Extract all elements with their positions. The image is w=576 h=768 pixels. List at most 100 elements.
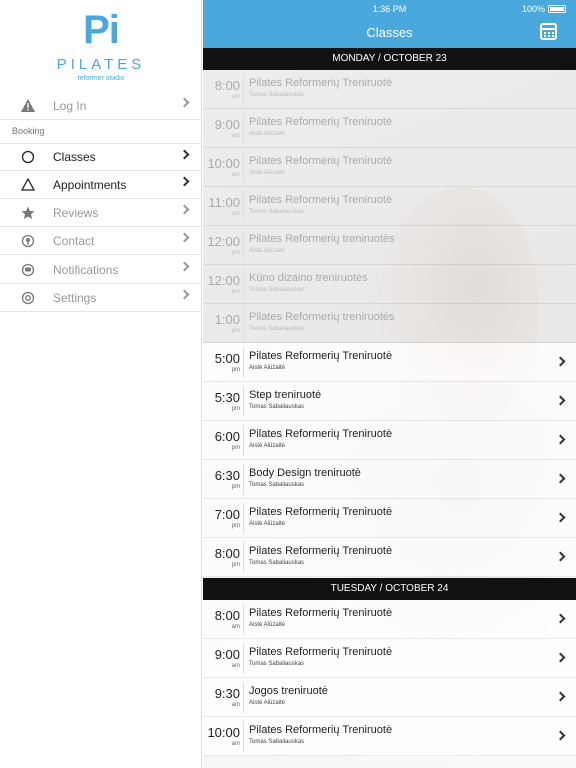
class-instructor: Tomas Sabaliauskas (249, 209, 305, 215)
class-time: 6:00 (214, 429, 240, 444)
class-row: 8:00 am Pilates Reformerių Treniruotė Tomas… (203, 70, 576, 109)
class-ampm: am (231, 172, 240, 178)
day-header: TUESDAY / OCTOBER 24 (203, 578, 576, 600)
star-icon (20, 205, 36, 221)
class-instructor: Tomas Sabaliauskas (249, 92, 305, 98)
logo-name: PILATES (56, 56, 146, 73)
class-ampm: pm (231, 367, 240, 373)
class-instructor: Aistė Alūzaitė (249, 365, 286, 371)
location-pin-icon (20, 233, 36, 249)
class-instructor: Tomas Sabaliauskas (249, 287, 305, 293)
class-instructor: Tomas Sabaliauskas (249, 739, 305, 745)
app-window: Pi PILATES reformer studio Log In Bookin… (0, 0, 576, 768)
chevron-right-icon (179, 289, 190, 300)
chevron-right-icon (555, 613, 566, 624)
divider (243, 721, 244, 752)
class-row[interactable]: 9:00 am Pilates Reformerių Treniruotė Tomas… (203, 639, 576, 678)
sidebar-item-label: Classes (53, 150, 96, 164)
class-row[interactable]: 10:00 am Pilates Reformerių Treniruotė Toma… (203, 717, 576, 756)
class-instructor: Aistė Alūzaitė (249, 700, 286, 706)
class-ampm: am (231, 94, 240, 100)
chevron-right-icon (179, 261, 190, 272)
class-ampm: pm (231, 289, 240, 295)
class-time: 6:30 (214, 468, 240, 483)
chevron-right-icon (555, 730, 566, 741)
class-time: 12:00 (207, 234, 240, 249)
sidebar-item-reviews[interactable]: Reviews (0, 199, 202, 227)
sidebar-item-notifications[interactable]: Notifications (0, 256, 202, 284)
chevron-right-icon (555, 691, 566, 702)
divider (243, 308, 244, 339)
status-bar: 1:36 PM 100% (203, 0, 576, 18)
sidebar-item-classes[interactable]: Classes (0, 143, 202, 171)
nav-bar: Classes (203, 18, 576, 48)
class-ampm: am (231, 702, 240, 708)
sidebar-item-label: Notifications (53, 262, 119, 277)
sidebar-item-label: Appointments (53, 177, 127, 192)
class-name: Pilates Reformerių Treniruotė (249, 77, 393, 89)
sidebar-item-settings[interactable]: Settings (0, 284, 202, 312)
class-row[interactable]: 6:30 pm Body Design treniruotė Tomas Sabali… (203, 460, 576, 499)
class-row[interactable]: 9:30 am Jogos treniruotė Aistė Alūzaitė (203, 678, 576, 717)
class-row: 11:00 am Pilates Reformerių Treniruotė Toma… (203, 187, 576, 226)
message-icon (20, 262, 36, 278)
sidebar-item-label: Contact (53, 233, 95, 248)
class-instructor: Aistė Alūzaitė (249, 131, 286, 137)
class-ampm: am (231, 133, 240, 139)
class-time: 11:00 (208, 195, 240, 210)
sidebar-item-appointments[interactable]: Appointments (0, 171, 202, 199)
class-row: 12:00 pm Pilates Reformerių treniruotės Ais… (203, 226, 576, 265)
class-row: 10:00 am Pilates Reformerių Treniruotė Aist… (203, 148, 576, 187)
class-row[interactable]: 7:00 pm Pilates Reformerių Treniruotė Aistė… (203, 499, 576, 538)
class-time: 8:00 (214, 78, 240, 93)
class-time: 10:00 (207, 156, 240, 171)
class-name: Pilates Reformerių Treniruotė (249, 428, 393, 440)
warning-icon (20, 98, 36, 114)
class-name: Jogos treniruotė (249, 685, 328, 697)
class-row[interactable]: 8:00 pm Pilates Reformerių Treniruotė Tomas… (203, 538, 576, 577)
calendar-icon[interactable] (540, 23, 557, 40)
class-instructor: Tomas Sabaliauskas (249, 560, 305, 566)
class-time: 8:00 (214, 608, 240, 623)
page-title: Classes (366, 25, 413, 40)
divider (243, 191, 244, 222)
class-row[interactable]: 6:00 pm Pilates Reformerių Treniruotė Aistė… (203, 421, 576, 460)
sidebar: Pi PILATES reformer studio Log In Bookin… (0, 0, 202, 768)
class-name: Pilates Reformerių Treniruotė (249, 506, 393, 518)
class-instructor: Tomas Sabaliauskas (249, 326, 305, 332)
divider (243, 643, 244, 674)
battery-percent: 100% (521, 4, 545, 14)
battery-indicator: 100% (522, 4, 566, 14)
class-instructor: Aistė Alūzaitė (249, 248, 286, 254)
class-time: 9:30 (214, 686, 240, 701)
chevron-right-icon (555, 395, 566, 406)
divider (243, 542, 244, 573)
class-row: 1:00 pm Pilates Reformerių treniruotės Toma… (203, 304, 576, 343)
divider (243, 503, 244, 534)
sidebar-item-contact[interactable]: Contact (0, 227, 202, 255)
status-time: 1:36 PM (372, 4, 407, 14)
class-ampm: pm (231, 523, 240, 529)
class-row[interactable]: 5:00 pm Pilates Reformerių Treniruotė Aistė… (203, 343, 576, 382)
divider (243, 464, 244, 495)
class-row[interactable]: 5:30 pm Step treniruotė Tomas Sabaliauskas (203, 382, 576, 421)
class-ampm: pm (231, 328, 240, 334)
chevron-right-icon (555, 473, 566, 484)
class-name: Kūno dizaino treniruotės (249, 272, 368, 284)
class-instructor: Aistė Alūzaitė (249, 170, 286, 176)
class-time: 5:30 (214, 390, 240, 405)
chevron-right-icon (555, 551, 566, 562)
divider (243, 74, 244, 105)
class-ampm: pm (231, 406, 240, 412)
class-row[interactable]: 8:00 am Pilates Reformerių Treniruotė Aistė… (203, 600, 576, 639)
login-button[interactable]: Log In (0, 92, 202, 120)
triangle-icon (20, 177, 36, 193)
chevron-right-icon (179, 176, 190, 187)
class-instructor: Aistė Alūzaitė (249, 521, 286, 527)
class-name: Pilates Reformerių Treniruotė (249, 116, 393, 128)
divider (243, 269, 244, 300)
class-name: Pilates Reformerių Treniruotė (249, 155, 393, 167)
class-time: 1:00 (214, 312, 240, 327)
sidebar-item-label: Settings (53, 290, 97, 305)
gear-icon (20, 290, 36, 306)
